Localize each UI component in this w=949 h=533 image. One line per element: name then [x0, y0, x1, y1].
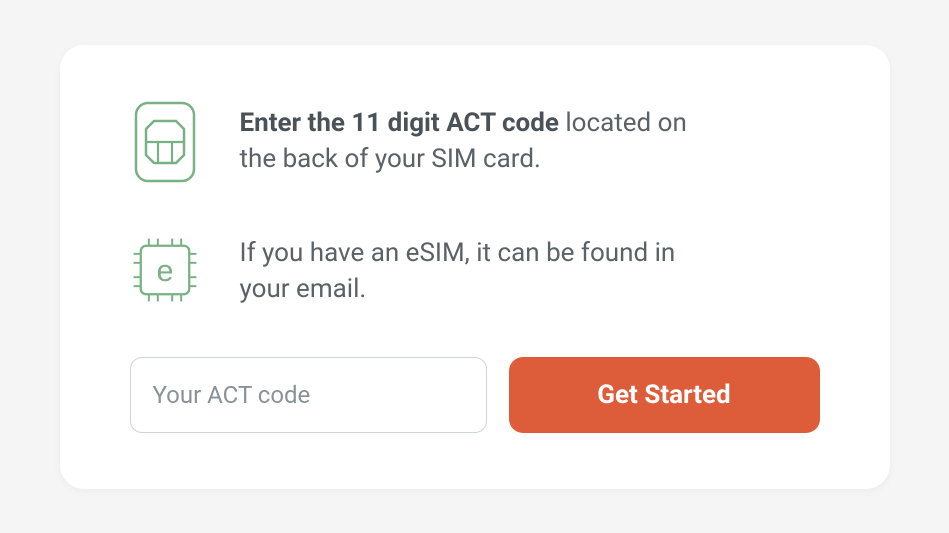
svg-text:e: e [156, 253, 173, 287]
sim-instruction-bold: Enter the 11 digit ACT code [240, 108, 559, 138]
sim-instruction-text: Enter the 11 digit ACT code located on t… [240, 101, 720, 178]
get-started-button[interactable]: Get Started [509, 357, 820, 433]
sim-card-icon [130, 101, 200, 183]
esim-instruction-text: If you have an eSIM, it can be found in … [240, 231, 720, 308]
activation-form: Get Started [130, 357, 820, 433]
act-code-input[interactable] [130, 357, 487, 433]
activation-card: Enter the 11 digit ACT code located on t… [60, 45, 890, 489]
esim-instruction-row: e If you have an eSIM, it can be found i… [130, 231, 820, 309]
sim-instruction-row: Enter the 11 digit ACT code located on t… [130, 101, 820, 183]
esim-chip-icon: e [130, 231, 200, 309]
